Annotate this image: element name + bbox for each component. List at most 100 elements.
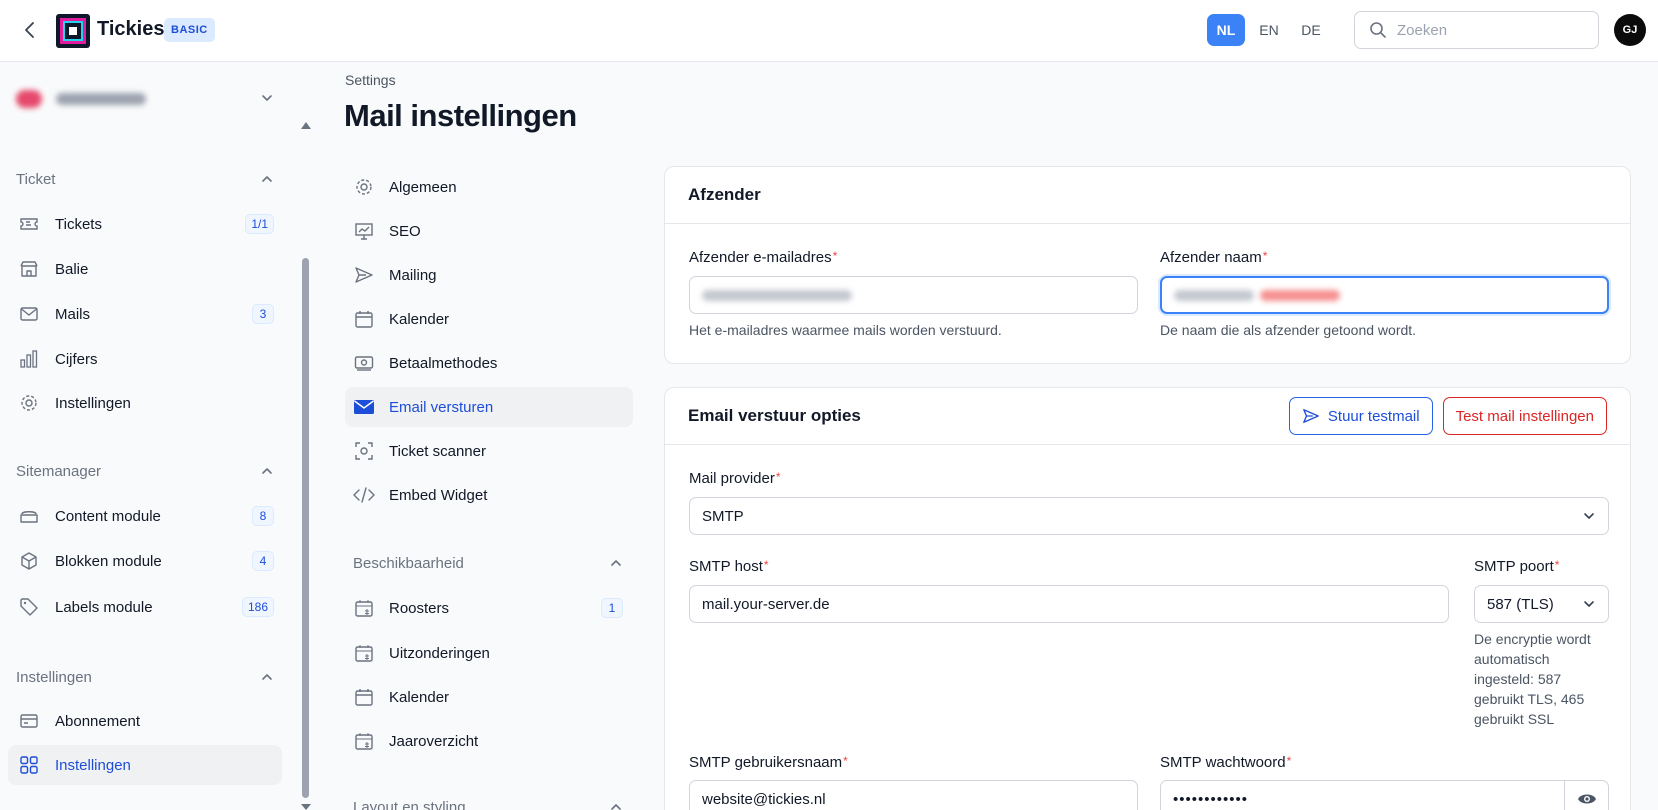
settings-menu-label: Kalender [389, 688, 450, 706]
settings-menu-ticket-scanner[interactable]: Ticket scanner [345, 431, 633, 471]
required-asterisk: * [832, 249, 838, 263]
settings-menu-label: Mailing [389, 266, 437, 284]
sidebar-item-balie[interactable]: Balie [8, 249, 282, 289]
settings-section-layout[interactable]: Layout en styling [353, 796, 623, 810]
test-mail-settings-button[interactable]: Test mail instellingen [1442, 397, 1607, 435]
settings-section-beschikbaarheid[interactable]: Beschikbaarheid [353, 552, 623, 574]
scroll-down-arrow[interactable] [301, 804, 311, 810]
sidebar-section-instellingen[interactable]: Instellingen [16, 666, 274, 688]
smtp-password-label: SMTP wachtwoord* [1160, 754, 1291, 771]
tag-icon [18, 596, 40, 618]
scroll-up-arrow[interactable] [301, 122, 311, 129]
sidebar-item-abonnement[interactable]: Abonnement [8, 701, 282, 741]
required-asterisk: * [1286, 754, 1292, 768]
chevron-down-icon [1582, 597, 1596, 611]
mails-count-badge: 3 [252, 304, 274, 324]
sidebar-scrollbar[interactable] [302, 258, 309, 798]
settings-menu-label: Kalender [389, 310, 450, 328]
sidebar-item-cijfers[interactable]: Cijfers [8, 339, 282, 379]
organization-switcher[interactable] [16, 84, 286, 114]
settings-menu-label: Jaaroverzicht [389, 732, 479, 750]
send-test-mail-button[interactable]: Stuur testmail [1288, 397, 1433, 435]
sender-name-field[interactable] [1160, 276, 1609, 314]
lang-de[interactable]: DE [1292, 14, 1330, 46]
sender-name-label: Afzender naam* [1160, 249, 1267, 266]
user-avatar[interactable]: GJ [1614, 14, 1646, 46]
search-icon [1369, 21, 1387, 39]
button-label: Stuur testmail [1327, 407, 1420, 425]
settings-menu-roosters[interactable]: Roosters 1 [345, 588, 633, 628]
sidebar-item-label: Cijfers [55, 350, 98, 368]
sender-email-label: Afzender e-mailadres* [689, 249, 837, 266]
chevron-down-icon [260, 91, 274, 105]
calendar-grid-icon [353, 597, 375, 619]
tickets-count-badge: 1/1 [245, 214, 274, 234]
sidebar-item-content-module[interactable]: Content module 8 [8, 496, 282, 536]
tickies-logo[interactable] [56, 14, 90, 48]
required-asterisk: * [1262, 249, 1268, 263]
sidebar-item-label: Balie [55, 260, 89, 278]
sidebar-item-label: Instellingen [55, 394, 131, 412]
label-text: SMTP wachtwoord [1160, 754, 1286, 771]
lang-nl[interactable]: NL [1207, 14, 1245, 46]
settings-menu-embed-widget[interactable]: Embed Widget [345, 475, 633, 515]
section-title: Beschikbaarheid [353, 554, 464, 572]
settings-menu-seo[interactable]: SEO [345, 211, 633, 251]
back-arrow-icon[interactable] [18, 18, 42, 42]
settings-menu-uitzonderingen[interactable]: Uitzonderingen [345, 633, 633, 673]
smtp-port-select[interactable]: 587 (TLS) [1474, 585, 1609, 623]
sidebar-item-tickets[interactable]: Tickets 1/1 [8, 204, 282, 244]
calendar-grid-icon [353, 730, 375, 752]
settings-menu-mailing[interactable]: Mailing [345, 255, 633, 295]
required-asterisk: * [843, 754, 848, 768]
bar-chart-icon [18, 348, 40, 370]
sidebar-item-label: Labels module [55, 598, 153, 616]
sidebar-item-instellingen-ticket[interactable]: Instellingen [8, 383, 282, 423]
sender-card: Afzender Afzender e-mailadres* Het e-mai… [664, 166, 1631, 364]
sender-email-field[interactable] [689, 276, 1138, 314]
mail-provider-select[interactable]: SMTP [689, 497, 1609, 535]
sidebar-item-label: Blokken module [55, 552, 162, 570]
lang-en[interactable]: EN [1250, 14, 1288, 46]
sidebar-section-sitemanager[interactable]: Sitemanager [16, 460, 274, 482]
sidebar-item-mails[interactable]: Mails 3 [8, 294, 282, 334]
settings-menu-label: Uitzonderingen [389, 644, 490, 662]
settings-menu-algemeen[interactable]: Algemeen [345, 167, 633, 207]
label-text: SMTP gebruikersnaam [689, 754, 843, 771]
sidebar-section-ticket[interactable]: Ticket [16, 168, 274, 190]
select-value: 587 (TLS) [1487, 595, 1554, 613]
blokken-count-badge: 4 [252, 551, 274, 571]
presentation-chart-icon [353, 220, 375, 242]
settings-menu-jaaroverzicht[interactable]: Jaaroverzicht [345, 721, 633, 761]
send-icon [1302, 407, 1320, 425]
settings-menu-kalender[interactable]: Kalender [345, 299, 633, 339]
gear-icon [18, 392, 40, 414]
select-value: SMTP [702, 507, 744, 525]
sidebar-item-labels-module[interactable]: Labels module 186 [8, 587, 282, 627]
sender-email-help: Het e-mailadres waarmee mails worden ver… [689, 322, 1002, 338]
smtp-password-field[interactable]: •••••••••••• [1160, 780, 1609, 810]
show-password-eye-icon[interactable] [1564, 781, 1608, 810]
chevron-up-icon [609, 556, 623, 570]
field-value: website@tickies.nl [702, 790, 826, 808]
section-title: Ticket [16, 170, 56, 188]
smtp-host-field[interactable]: mail.your-server.de [689, 585, 1449, 623]
label-text: SMTP host [689, 558, 763, 575]
section-title: Instellingen [16, 668, 92, 686]
settings-menu-email-versturen[interactable]: Email versturen [345, 387, 633, 427]
sidebar-item-blokken-module[interactable]: Blokken module 4 [8, 541, 282, 581]
breadcrumb[interactable]: Settings [345, 72, 396, 88]
required-asterisk: * [775, 470, 781, 484]
layers-icon [18, 505, 40, 527]
search-input[interactable] [1397, 21, 1577, 39]
smtp-username-field[interactable]: website@tickies.nl [689, 780, 1138, 810]
chevron-up-icon [260, 670, 274, 684]
envelope-icon [353, 396, 375, 418]
section-title: Layout en styling [353, 798, 466, 810]
sidebar-item-instellingen[interactable]: Instellingen [8, 745, 282, 785]
settings-menu-kalender-2[interactable]: Kalender [345, 677, 633, 717]
card-title: Afzender [688, 185, 761, 204]
settings-menu-betaalmethodes[interactable]: Betaalmethodes [345, 343, 633, 383]
label-text: Afzender naam [1160, 249, 1262, 266]
scan-icon [353, 440, 375, 462]
